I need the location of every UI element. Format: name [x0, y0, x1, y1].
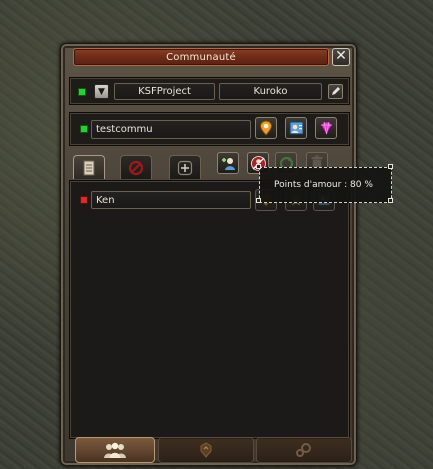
- pencil-icon: [332, 87, 340, 95]
- location-button[interactable]: [255, 117, 277, 139]
- crest-icon: [200, 442, 212, 458]
- window-title-bar[interactable]: Communauté: [73, 48, 329, 66]
- community-status-indicator: [80, 125, 88, 133]
- gears-icon: [296, 443, 311, 457]
- username-field: Kuroko: [219, 83, 322, 100]
- add-member-icon: [221, 157, 235, 170]
- tab-members[interactable]: [73, 155, 105, 179]
- chevron-down-icon: ▼: [98, 86, 105, 97]
- tab-settings[interactable]: [256, 437, 352, 463]
- project-field: KSFProject: [114, 83, 215, 100]
- gem-shop-button[interactable]: [315, 117, 337, 139]
- member-name-field: Ken: [91, 191, 251, 209]
- online-status-indicator: [78, 88, 86, 96]
- add-member-button[interactable]: [217, 152, 239, 174]
- close-icon: ✕: [335, 48, 347, 64]
- tooltip-corner: [388, 164, 393, 169]
- contact-card-icon: [289, 121, 303, 135]
- tab-add[interactable]: [169, 155, 201, 179]
- tab-guild[interactable]: [158, 437, 254, 463]
- status-dropdown-button[interactable]: ▼: [94, 84, 109, 99]
- member-list: [69, 180, 350, 439]
- window-title: Communauté: [166, 51, 236, 63]
- project-label: KSFProject: [138, 86, 191, 97]
- block-icon: [128, 160, 144, 175]
- love-points-tooltip: Points d'amour : 80 %: [259, 167, 392, 203]
- member-card-button[interactable]: [285, 117, 307, 139]
- group-icon: [104, 442, 126, 458]
- gem-icon: [319, 121, 333, 135]
- plus-icon: [177, 160, 193, 175]
- tab-community[interactable]: [75, 437, 155, 463]
- username-label: Kuroko: [253, 86, 288, 97]
- close-button[interactable]: ✕: [332, 48, 350, 66]
- tooltip-corner: [256, 198, 261, 203]
- tooltip-corner: [256, 164, 261, 169]
- member-status-indicator: [80, 196, 88, 204]
- edit-name-button[interactable]: [328, 84, 343, 99]
- tab-blocked[interactable]: [120, 155, 152, 179]
- document-icon: [83, 160, 95, 175]
- tooltip-corner: [388, 198, 393, 203]
- community-name: testcommu: [96, 124, 153, 135]
- member-name: Ken: [96, 194, 115, 206]
- community-name-field[interactable]: testcommu: [91, 120, 251, 139]
- tooltip-text: Points d'amour : 80 %: [274, 180, 373, 190]
- map-pin-icon: [259, 120, 273, 136]
- community-window: Communauté ✕ ▼ KSFProject Kuroko testcom…: [60, 43, 357, 466]
